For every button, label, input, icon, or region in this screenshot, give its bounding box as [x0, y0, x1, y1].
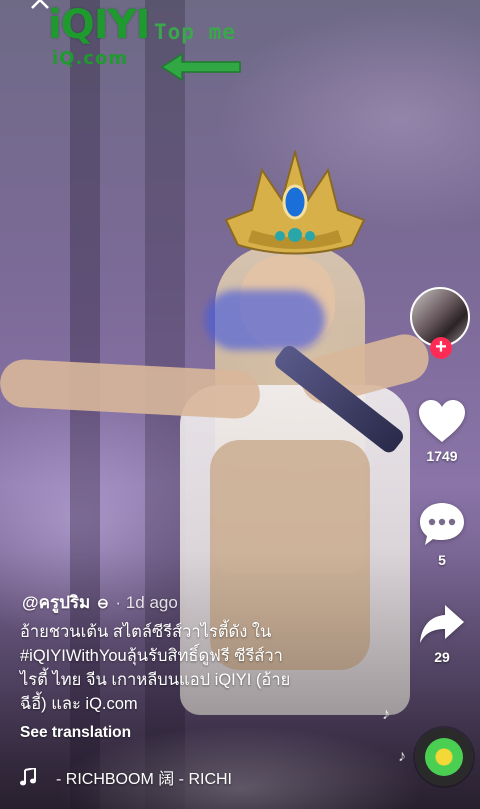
like-button[interactable]: 1749 [412, 398, 472, 464]
see-translation-button[interactable]: See translation [20, 724, 131, 742]
caption-line: #iQIYIWithYouลุ้นรับสิทธิ์ดูฟรี ซีรีส์วา [20, 647, 283, 665]
author-name[interactable]: @ครูปริม [22, 593, 90, 612]
author-row[interactable]: @ครูปริม ⊖ · 1d ago [22, 589, 178, 616]
like-count: 1749 [426, 448, 458, 464]
music-disc-cover [425, 738, 463, 776]
verified-icon: ⊖ [96, 595, 109, 611]
caption-line: ไรตี้ ไทย จีน เกาหลีบนแอป iQIYI (อ้าย [20, 671, 291, 689]
heart-icon[interactable] [417, 398, 467, 444]
green-arrow-icon [160, 52, 241, 82]
back-arrow-icon[interactable] [30, 0, 50, 12]
comment-button[interactable]: 5 [412, 500, 472, 568]
share-button[interactable]: 29 [412, 603, 472, 665]
music-note-icon [20, 768, 36, 786]
post-caption[interactable]: อ้ายชวนเต้น สไตล์ซีรีส์วาไรตี้ดัง ใน #iQ… [20, 620, 370, 716]
floating-note-icon: ♪ [382, 706, 390, 723]
comment-count: 5 [438, 552, 446, 568]
music-row[interactable]: - RICHBOOM 阔 - RICHI [20, 765, 232, 789]
share-icon[interactable] [417, 603, 467, 645]
share-count: 29 [434, 649, 450, 665]
post-timestamp: · 1d ago [115, 593, 178, 612]
iqiyi-logo: iQIYI iQ.com [48, 2, 150, 70]
caption-line: ฉีอี้) และ iQ.com [20, 695, 138, 713]
crown-filter [224, 150, 366, 255]
comment-icon[interactable] [417, 500, 467, 548]
music-title[interactable]: - RICHBOOM 阔 - RICHI [56, 765, 232, 789]
logo-subtext: iQ.com [52, 48, 129, 69]
blue-effect [205, 290, 325, 350]
follow-plus-icon[interactable]: + [430, 337, 452, 359]
floating-note-icon: ♪ [398, 748, 406, 765]
music-disc[interactable] [415, 728, 473, 786]
logo-text: iQIYI [48, 2, 150, 48]
caption-line: อ้ายชวนเต้น สไตล์ซีรีส์วาไรตี้ดัง ใน [20, 623, 272, 641]
creator-avatar-button[interactable]: + [410, 287, 470, 359]
top-me-label: Top me [154, 20, 236, 44]
